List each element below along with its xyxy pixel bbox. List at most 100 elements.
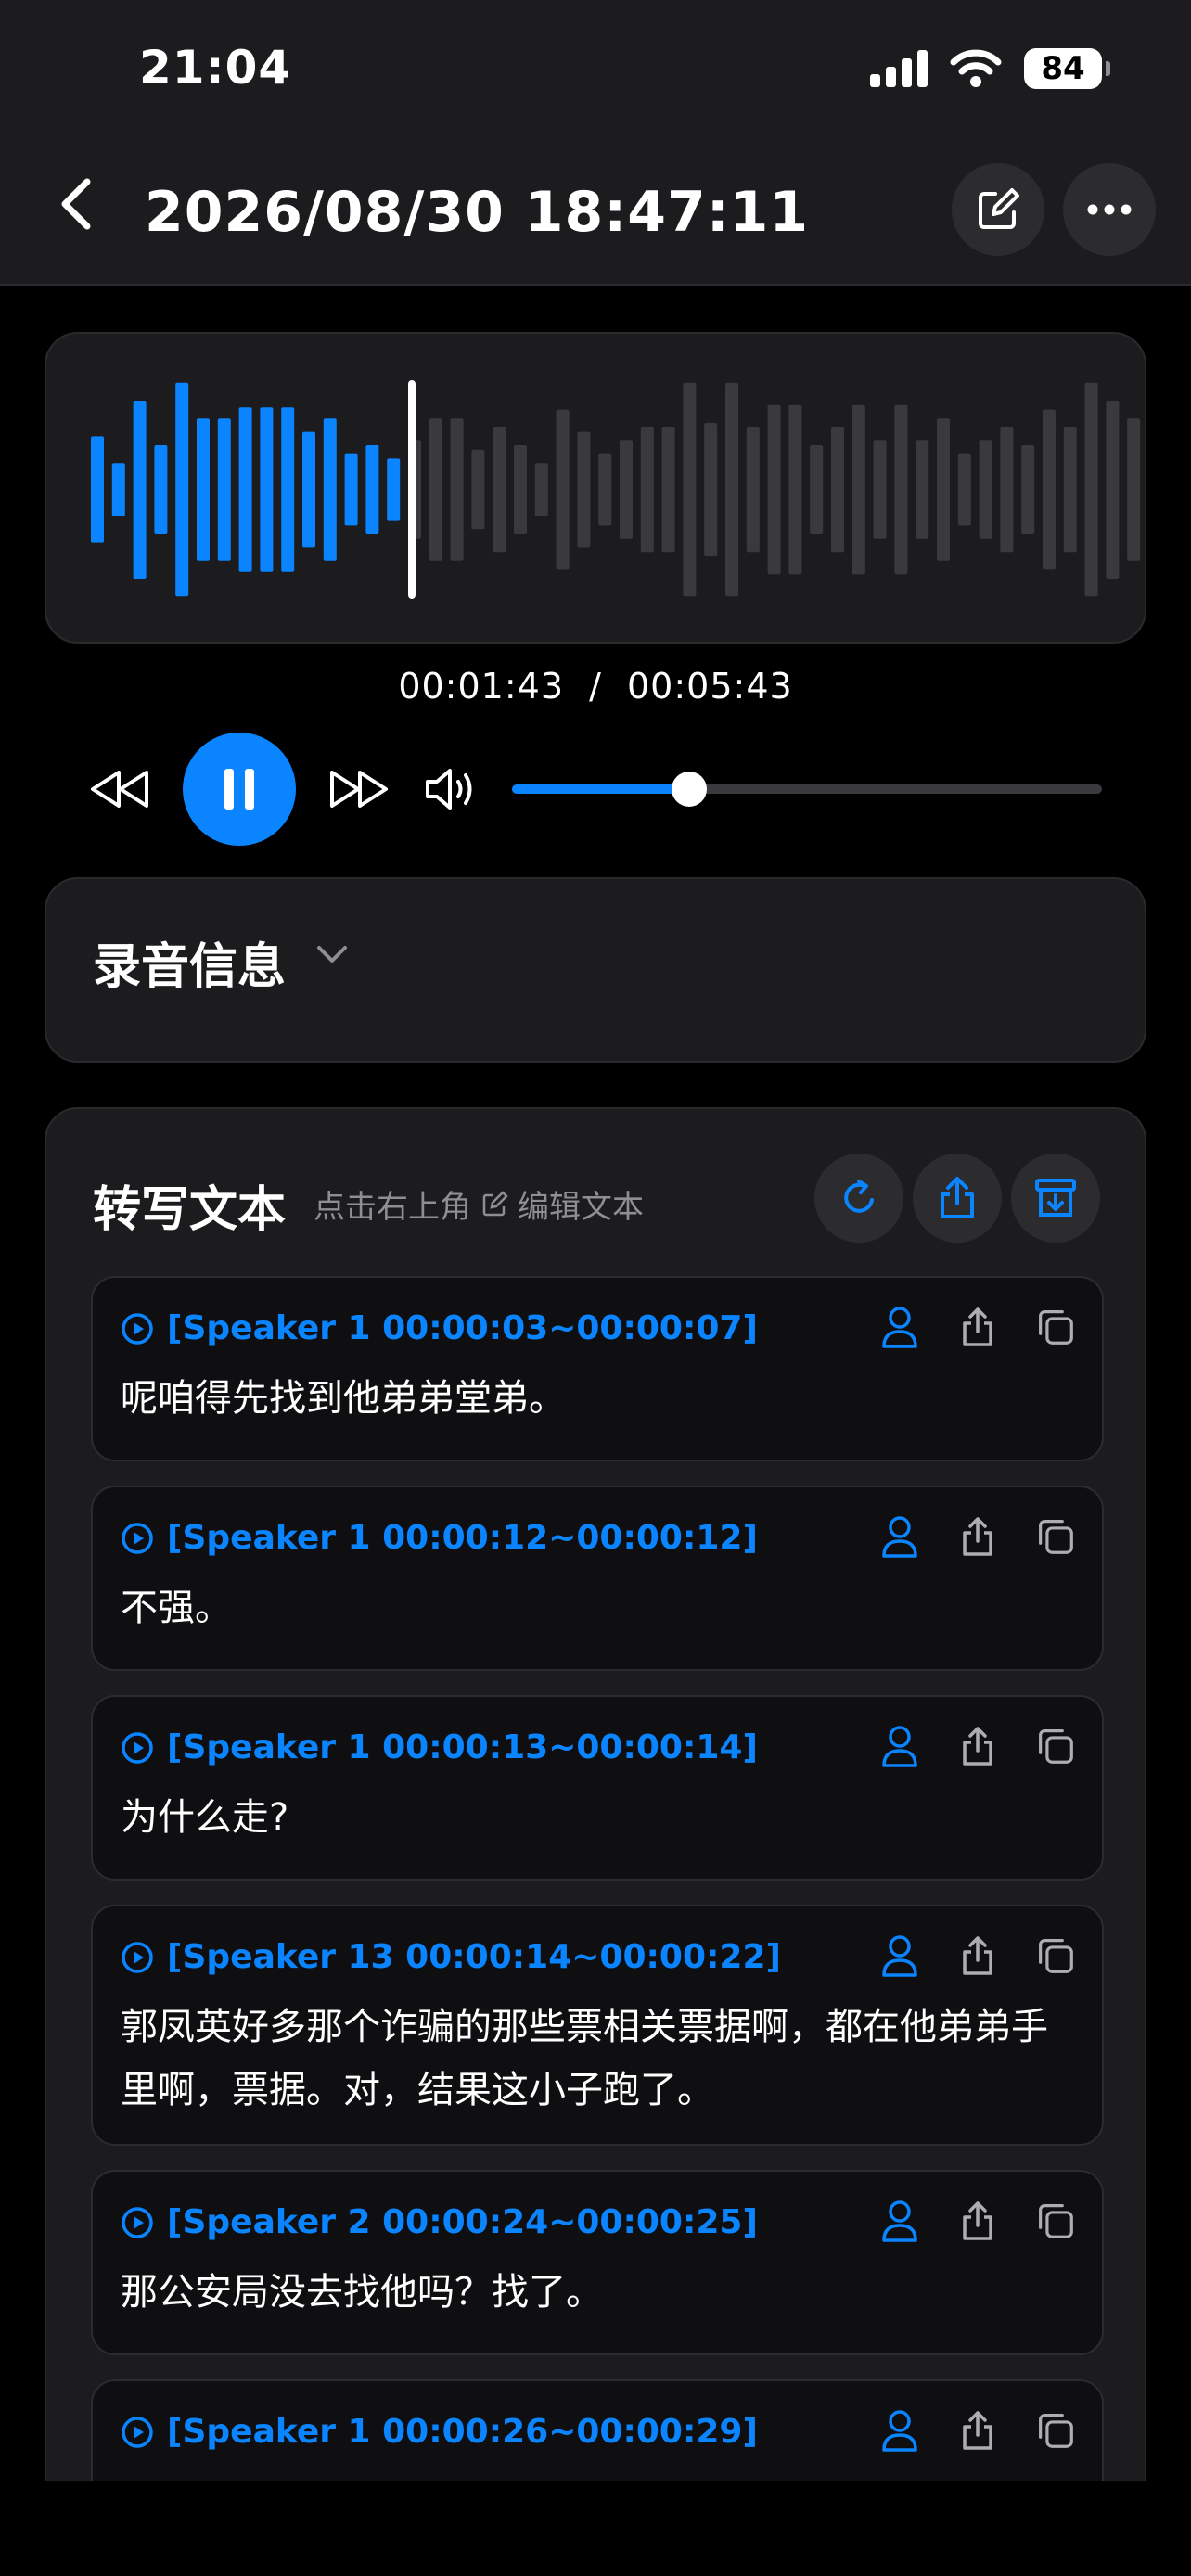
segment-label: [Speaker 1 00:00:03~00:00:07]: [167, 1309, 758, 1347]
share-button[interactable]: [913, 1154, 1002, 1243]
segment-text[interactable]: 那公安局没去找他吗？找了。: [121, 2261, 1074, 2324]
speaker-button[interactable]: [881, 2200, 918, 2242]
speaker-button[interactable]: [881, 1934, 918, 1977]
waveform-bar: [746, 427, 760, 553]
regenerate-button[interactable]: [814, 1154, 903, 1243]
segment-text[interactable]: 为什么走?: [121, 1786, 1074, 1849]
audio-waveform[interactable]: [91, 334, 1148, 645]
transcript-segment[interactable]: [Speaker 1 00:00:03~00:00:07] 呢咱得先找到他弟弟堂…: [91, 1276, 1104, 1461]
pause-button[interactable]: [183, 733, 296, 846]
progress-knob[interactable]: [671, 772, 707, 807]
waveform-bar: [387, 458, 401, 521]
play-circle-icon[interactable]: [121, 2206, 154, 2239]
play-circle-icon[interactable]: [121, 1522, 154, 1555]
waveform-bar: [154, 445, 168, 534]
waveform-bar: [620, 440, 633, 539]
segment-share-button[interactable]: [959, 1934, 996, 1977]
segment-header[interactable]: [Speaker 1 00:00:12~00:00:12]: [121, 1519, 758, 1557]
segment-text[interactable]: 郭凤英好多那个诈骗的那些票相关票据啊，都在他弟弟手里啊，票据。对，结果这小子跑了…: [121, 1996, 1074, 2122]
play-circle-icon[interactable]: [121, 2416, 154, 2449]
time-separator: /: [589, 666, 602, 707]
hint-prefix: 点击右上角: [314, 1189, 471, 1226]
transcript-card: 转写文本 点击右上角 编辑文本 [Speaker 1 00:00:03~00:0: [45, 1107, 1146, 2576]
waveform-bar: [979, 440, 992, 539]
chevron-down-icon: [317, 946, 347, 963]
segment-header[interactable]: [Speaker 1 00:00:26~00:00:29]: [121, 2413, 758, 2451]
copy-icon: [1039, 2414, 1073, 2448]
copy-button[interactable]: [1037, 1725, 1074, 1767]
segment-text[interactable]: 呢咱得先找到他弟弟堂弟。: [121, 1367, 1074, 1430]
play-circle-icon[interactable]: [121, 1731, 154, 1765]
speaker-button[interactable]: [881, 1306, 918, 1348]
more-icon: [1087, 204, 1132, 215]
copy-button[interactable]: [1037, 1306, 1074, 1348]
share-icon: [963, 1936, 992, 1975]
waveform-bar: [810, 445, 824, 534]
share-icon: [963, 1517, 992, 1556]
transcript-segment[interactable]: [Speaker 1 00:00:13~00:00:14] 为什么走?: [91, 1695, 1104, 1881]
person-icon: [882, 2200, 917, 2242]
segment-share-button[interactable]: [959, 1306, 996, 1348]
waveform-bar: [365, 445, 379, 534]
more-button[interactable]: [1063, 163, 1156, 256]
hint-suffix: 编辑文本: [518, 1189, 644, 1226]
copy-icon: [1039, 1520, 1073, 1554]
waveform-bar: [197, 418, 210, 561]
segment-header[interactable]: [Speaker 1 00:00:03~00:00:07]: [121, 1309, 758, 1347]
back-button[interactable]: [58, 176, 113, 241]
copy-button[interactable]: [1037, 2200, 1074, 2242]
waveform-bar: [831, 427, 844, 553]
waveform-bar: [852, 404, 865, 575]
battery-level: 84: [1041, 50, 1085, 87]
segment-share-button[interactable]: [959, 2200, 996, 2242]
waveform-bar: [1021, 445, 1035, 534]
segment-header[interactable]: [Speaker 1 00:00:13~00:00:14]: [121, 1728, 758, 1766]
copy-button[interactable]: [1037, 1515, 1074, 1558]
battery-icon: 84: [1024, 48, 1110, 89]
time-readout: 00:01:43 / 00:05:43: [0, 666, 1191, 707]
segment-label: [Speaker 1 00:00:26~00:00:29]: [167, 2413, 758, 2451]
speaker-button[interactable]: [881, 2409, 918, 2452]
share-icon: [941, 1177, 974, 1218]
recording-info-card[interactable]: 录音信息: [45, 877, 1146, 1063]
waveform-bar: [873, 440, 887, 539]
segment-share-button[interactable]: [959, 1515, 996, 1558]
copy-icon: [1039, 1939, 1073, 1973]
segment-label: [Speaker 13 00:00:14~00:00:22]: [167, 1938, 781, 1976]
waveform-bar: [725, 382, 738, 597]
volume-button[interactable]: [423, 762, 479, 816]
segment-share-button[interactable]: [959, 1725, 996, 1767]
waveform-bar: [534, 463, 548, 516]
segment-share-button[interactable]: [959, 2409, 996, 2452]
waveform-bar: [767, 404, 781, 575]
segment-text[interactable]: 不强。: [121, 1576, 1074, 1639]
play-circle-icon[interactable]: [121, 1941, 154, 1974]
speaker-button[interactable]: [881, 1515, 918, 1558]
rewind-icon: [91, 771, 148, 808]
transcript-segment[interactable]: [Speaker 1 00:00:12~00:00:12] 不强。: [91, 1486, 1104, 1671]
person-icon: [882, 1307, 917, 1348]
playback-progress-bar[interactable]: [512, 772, 1102, 807]
rewind-button[interactable]: [87, 764, 152, 814]
download-button[interactable]: [1011, 1154, 1100, 1243]
play-circle-icon[interactable]: [121, 1312, 154, 1345]
waveform-bar: [111, 463, 125, 516]
waveform-bar: [683, 382, 697, 597]
transcript-segment[interactable]: [Speaker 2 00:00:24~00:00:25] 那公安局没去找他吗？…: [91, 2170, 1104, 2355]
speaker-button[interactable]: [881, 1725, 918, 1767]
waveform-bar: [238, 407, 252, 572]
segment-header[interactable]: [Speaker 2 00:00:24~00:00:25]: [121, 2203, 758, 2241]
waveform-card[interactable]: [45, 332, 1146, 644]
waveform-bar: [1106, 401, 1120, 579]
edit-button[interactable]: [952, 163, 1044, 256]
fast-forward-button[interactable]: [327, 764, 391, 814]
copy-button[interactable]: [1037, 2409, 1074, 2452]
waveform-bar: [937, 418, 950, 561]
waveform-bar: [556, 409, 570, 570]
copy-button[interactable]: [1037, 1934, 1074, 1977]
transcript-segment[interactable]: [Speaker 13 00:00:14~00:00:22] 郭凤英好多那个诈骗…: [91, 1905, 1104, 2146]
recording-info-title: 录音信息: [93, 939, 287, 995]
cellular-signal-icon: [870, 50, 928, 87]
segment-header[interactable]: [Speaker 13 00:00:14~00:00:22]: [121, 1938, 781, 1976]
wifi-icon: [950, 49, 1002, 87]
